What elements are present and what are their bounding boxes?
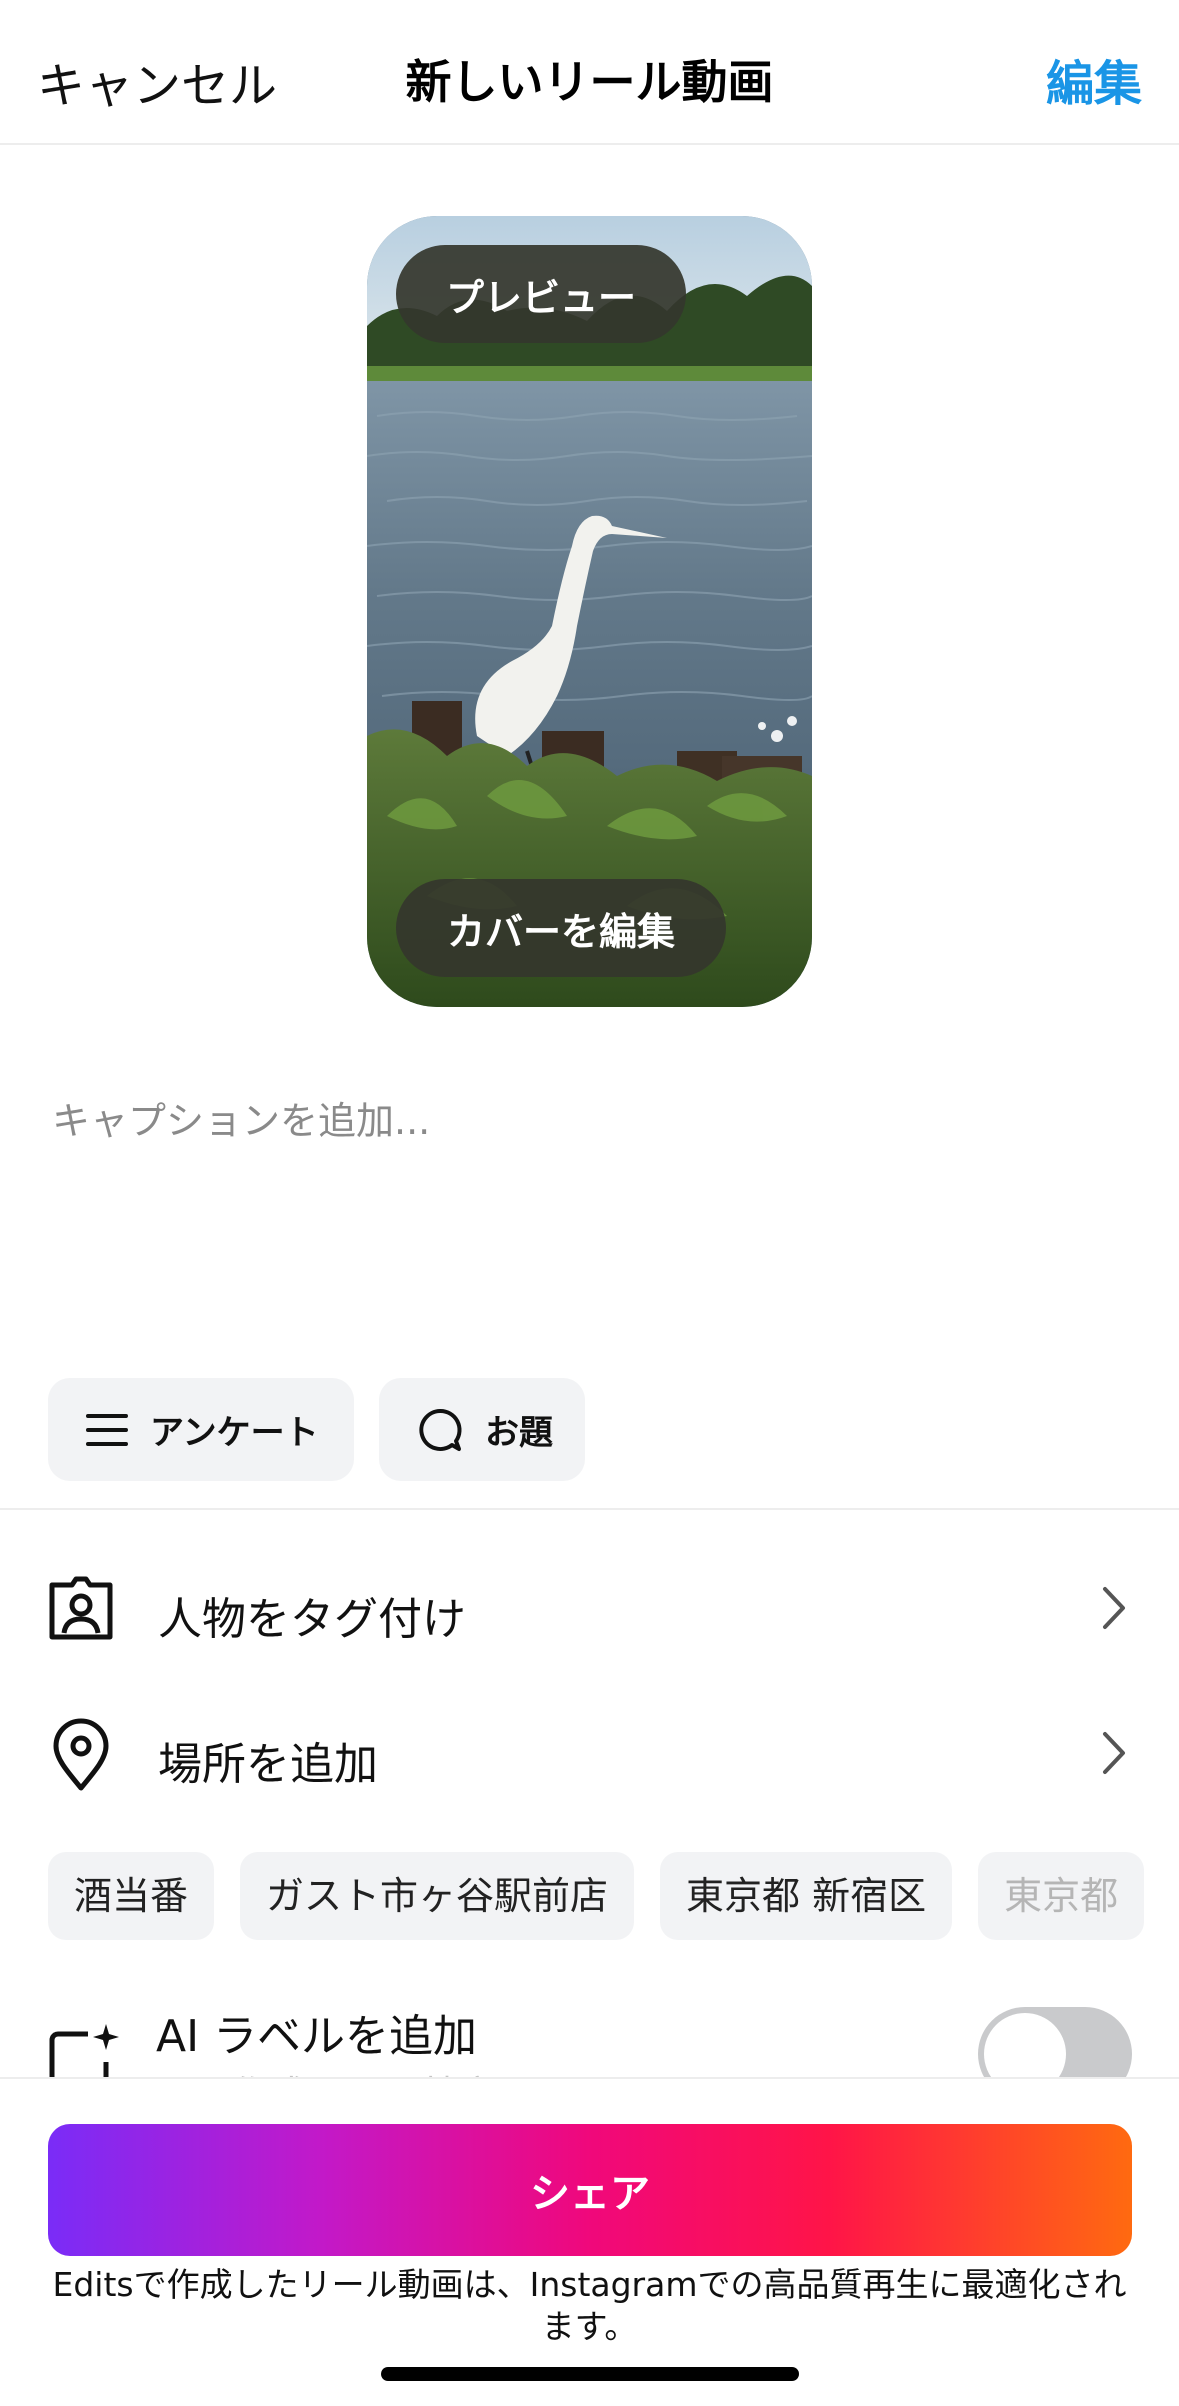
section-divider bbox=[0, 1508, 1179, 1510]
preview-button[interactable]: プレビュー bbox=[396, 245, 686, 343]
ai-label-title: AI ラベルを追加 bbox=[156, 2011, 478, 2062]
chevron-right-icon bbox=[1103, 1732, 1125, 1774]
cancel-button[interactable]: キャンセル bbox=[37, 46, 277, 116]
ai-label-toggle[interactable] bbox=[978, 2007, 1132, 2078]
tag-people-label: 人物をタグ付け bbox=[158, 1594, 466, 1645]
topic-button[interactable]: お題 bbox=[379, 1378, 585, 1481]
toggle-knob bbox=[984, 2013, 1066, 2078]
home-indicator bbox=[381, 2367, 799, 2381]
location-chip[interactable]: 東京都 bbox=[978, 1852, 1145, 1940]
location-suggestions: 酒当番 ガスト市ヶ谷駅前店 東京都 新宿区 東京都 bbox=[48, 1852, 1179, 1940]
chevron-right-icon bbox=[1103, 1587, 1125, 1629]
poll-label: アンケート bbox=[150, 1413, 319, 1453]
edit-button[interactable]: 編集 bbox=[1046, 44, 1142, 114]
add-location-label: 場所を追加 bbox=[158, 1739, 378, 1790]
share-button[interactable]: シェア bbox=[48, 2124, 1132, 2256]
sparkle-label-icon bbox=[49, 2024, 119, 2078]
add-location-row[interactable]: 場所を追加 bbox=[0, 1698, 1179, 1808]
topic-label: お題 bbox=[485, 1413, 553, 1453]
location-chip[interactable]: 酒当番 bbox=[48, 1852, 215, 1940]
tag-person-icon bbox=[49, 1576, 113, 1640]
ai-label-toggle-wrap bbox=[960, 2000, 1160, 2078]
location-pin-icon bbox=[53, 1718, 109, 1791]
list-icon bbox=[86, 1413, 128, 1446]
share-footnote: Editsで作成したリール動画は、Instagramでの高品質再生に最適化されま… bbox=[52, 2265, 1127, 2346]
location-chip[interactable]: 東京都 新宿区 bbox=[660, 1852, 953, 1940]
header-bar: キャンセル 新しいリール動画 編集 bbox=[0, 0, 1179, 145]
caption-input[interactable]: キャプションを追加... bbox=[52, 1090, 430, 1145]
location-chip[interactable]: ガスト市ヶ谷駅前店 bbox=[240, 1852, 635, 1940]
edit-cover-button[interactable]: カバーを編集 bbox=[396, 879, 726, 977]
reel-preview-thumbnail[interactable]: プレビュー カバーを編集 bbox=[367, 216, 812, 1007]
poll-button[interactable]: アンケート bbox=[48, 1378, 354, 1481]
tag-people-row[interactable]: 人物をタグ付け bbox=[0, 1553, 1179, 1663]
speech-bubble-icon bbox=[419, 1408, 462, 1451]
